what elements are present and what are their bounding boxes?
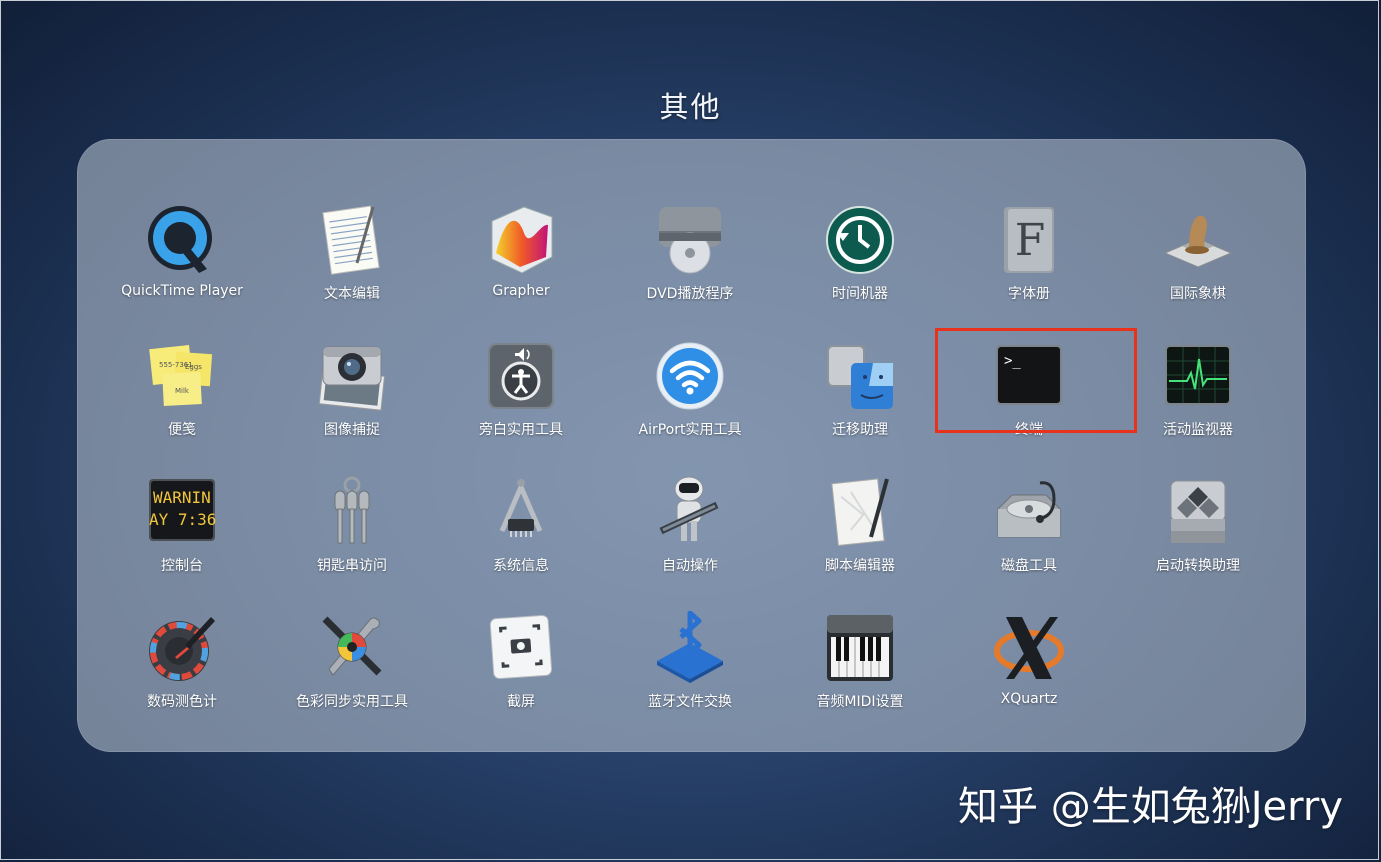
digital-color-meter-icon <box>145 611 219 685</box>
time-machine-icon <box>823 203 897 277</box>
app-digital-color-meter[interactable]: 数码测色计 <box>97 611 267 731</box>
app-label: 便笺 <box>168 422 196 438</box>
app-font-book[interactable]: F 字体册 <box>944 203 1114 323</box>
svg-text:F: F <box>1015 215 1046 266</box>
activity-monitor-icon <box>1161 339 1235 413</box>
console-icon: WARNIN AY 7:36 <box>145 475 219 549</box>
script-editor-icon <box>823 475 897 549</box>
app-label: 磁盘工具 <box>1001 558 1057 574</box>
audio-midi-setup-icon <box>823 611 897 685</box>
app-label: 活动监视器 <box>1163 422 1233 438</box>
app-label: QuickTime Player <box>121 283 243 299</box>
app-label: 启动转换助理 <box>1156 558 1240 574</box>
app-label: 蓝牙文件交换 <box>648 694 732 710</box>
xquartz-icon <box>992 611 1066 685</box>
app-label: 音频MIDI设置 <box>816 694 904 710</box>
textedit-icon <box>315 203 389 277</box>
app-migration-assistant[interactable]: 迁移助理 <box>775 339 945 459</box>
automator-icon <box>653 475 727 549</box>
colorsync-utility-icon <box>315 611 389 685</box>
font-book-icon: F <box>992 203 1066 277</box>
app-label: 时间机器 <box>832 286 888 302</box>
quicktime-icon <box>145 203 219 277</box>
app-label: 钥匙串访问 <box>317 558 387 574</box>
app-label: 系统信息 <box>493 558 549 574</box>
app-screenshot[interactable]: 截屏 <box>436 611 606 731</box>
app-label: 脚本编辑器 <box>825 558 895 574</box>
app-label: 文本编辑 <box>324 286 380 302</box>
stickies-icon: 555-7361 Eggs Milk <box>145 339 219 413</box>
app-label: AirPort实用工具 <box>638 422 742 438</box>
app-audio-midi-setup[interactable]: 音频MIDI设置 <box>775 611 945 731</box>
app-label: 图像捕捉 <box>324 422 380 438</box>
app-system-information[interactable]: 系统信息 <box>436 475 606 595</box>
app-script-editor[interactable]: 脚本编辑器 <box>775 475 945 595</box>
grapher-icon <box>484 203 558 277</box>
svg-text:Milk: Milk <box>175 387 190 395</box>
dvd-player-icon <box>653 203 727 277</box>
app-label: 国际象棋 <box>1170 286 1226 302</box>
watermark: 知乎 @生如兔狲Jerry <box>958 784 1343 830</box>
screenshot-icon <box>484 611 558 685</box>
airport-utility-icon <box>653 339 727 413</box>
app-label: 色彩同步实用工具 <box>296 694 408 710</box>
app-boot-camp-assistant[interactable]: 启动转换助理 <box>1113 475 1283 595</box>
svg-text:Eggs: Eggs <box>185 363 202 371</box>
console-time-text: AY 7:36 <box>149 510 216 529</box>
disk-utility-icon <box>992 475 1066 549</box>
app-image-capture[interactable]: 图像捕捉 <box>267 339 437 459</box>
app-textedit[interactable]: 文本编辑 <box>267 203 437 323</box>
app-voiceover-utility[interactable]: 旁白实用工具 <box>436 339 606 459</box>
app-label: Grapher <box>492 283 550 299</box>
app-label: 字体册 <box>1008 286 1050 302</box>
folder-title[interactable]: 其他 <box>0 84 1381 126</box>
keychain-access-icon <box>315 475 389 549</box>
app-colorsync-utility[interactable]: 色彩同步实用工具 <box>267 611 437 731</box>
boot-camp-assistant-icon <box>1161 475 1235 549</box>
app-dvd-player[interactable]: DVD播放程序 <box>605 203 775 323</box>
app-time-machine[interactable]: 时间机器 <box>775 203 945 323</box>
app-label: 迁移助理 <box>832 422 888 438</box>
terminal-highlight-box <box>935 328 1137 433</box>
voiceover-utility-icon <box>484 339 558 413</box>
app-bluetooth-file-exchange[interactable]: 蓝牙文件交换 <box>605 611 775 731</box>
console-warning-text: WARNIN <box>153 488 211 507</box>
app-automator[interactable]: 自动操作 <box>605 475 775 595</box>
app-chess[interactable]: 国际象棋 <box>1113 203 1283 323</box>
image-capture-icon <box>315 339 389 413</box>
app-stickies[interactable]: 555-7361 Eggs Milk 便笺 <box>97 339 267 459</box>
system-information-icon <box>484 475 558 549</box>
app-keychain-access[interactable]: 钥匙串访问 <box>267 475 437 595</box>
app-label: 截屏 <box>507 694 535 710</box>
bluetooth-file-exchange-icon <box>653 611 727 685</box>
app-activity-monitor[interactable]: 活动监视器 <box>1113 339 1283 459</box>
chess-icon <box>1161 203 1235 277</box>
app-label: 控制台 <box>161 558 203 574</box>
app-xquartz[interactable]: XQuartz <box>944 611 1114 731</box>
app-label: 旁白实用工具 <box>479 422 563 438</box>
app-label: 自动操作 <box>662 558 718 574</box>
app-grapher[interactable]: Grapher <box>436 203 606 323</box>
app-disk-utility[interactable]: 磁盘工具 <box>944 475 1114 595</box>
app-airport-utility[interactable]: AirPort实用工具 <box>605 339 775 459</box>
app-label: XQuartz <box>1000 691 1058 707</box>
app-label: 数码测色计 <box>147 694 217 710</box>
migration-assistant-icon <box>823 339 897 413</box>
app-label: DVD播放程序 <box>646 286 734 302</box>
app-quicktime-player[interactable]: QuickTime Player <box>97 203 267 323</box>
app-console[interactable]: WARNIN AY 7:36 控制台 <box>97 475 267 595</box>
